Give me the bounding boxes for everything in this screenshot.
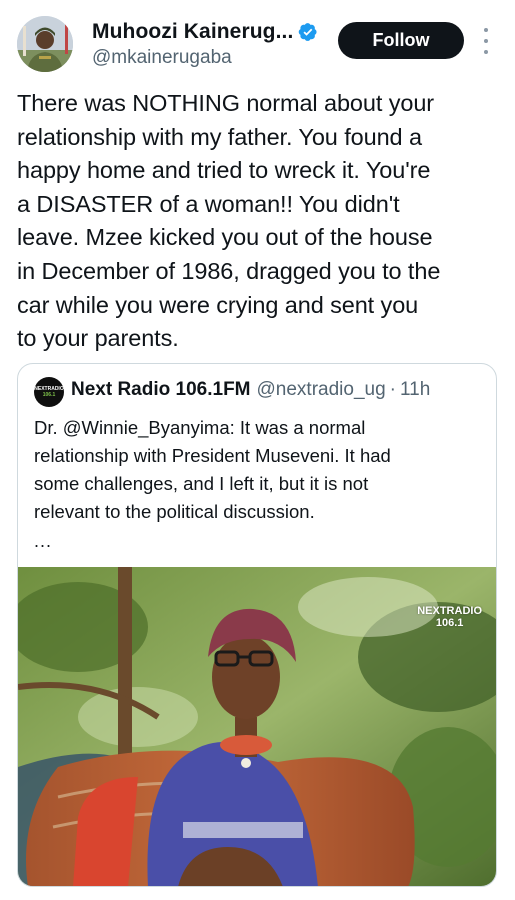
tweet-line: in December of 1986, dragged you to the [17,257,441,284]
tweet-line: a DISASTER of a woman!! You didn't [17,190,400,217]
verified-badge-icon [298,22,318,42]
quoted-line: some challenges, and I left it, but it i… [34,473,369,494]
quoted-line: relationship with President Museveni. It… [34,445,391,466]
author-avatar[interactable] [17,16,73,72]
more-dot [484,39,488,43]
tweet-line: There was NOTHING normal about your [17,90,435,116]
quoted-header: Next Radio 106.1FM @nextradio_ug · 11h [71,379,430,401]
tweet-line: leave. Mzee kicked you out of the house [17,224,433,251]
quoted-avatar-freq: 106.1 [42,392,56,398]
media-watermark: NEXTRADIO 106.1 [417,605,482,629]
tweet-header: Muhoozi Kainerug... @mkainerugaba Follow [0,0,515,90]
quoted-body: Dr. @Winnie_Byanyima: It was a normal re… [34,414,484,526]
author-display-name[interactable]: Muhoozi Kainerug... [92,20,293,44]
quoted-media-image[interactable]: NEXTRADIO 106.1 [18,567,496,886]
quoted-separator: · [389,379,396,400]
tweet-line: relationship with my father. You found a [17,123,422,150]
quoted-avatar[interactable]: NEXTRADIO 106.1 [34,377,64,407]
author-name-row: Muhoozi Kainerug... [92,20,318,44]
more-dot [484,50,488,54]
tweet-line: happy home and tried to wreck it. You're [17,157,431,184]
quoted-tweet-card[interactable]: NEXTRADIO 106.1 Next Radio 106.1FM @next… [17,363,497,887]
watermark-top: NEXTRADIO [417,605,482,617]
profile-photo [17,16,73,72]
follow-button[interactable]: Follow [338,22,464,59]
tweet-line: to your parents. [17,325,179,352]
tweet-body: There was NOTHING normal about your rela… [17,87,502,356]
author-handle[interactable]: @mkainerugaba [92,47,232,69]
watermark-bottom: 106.1 [435,617,464,629]
quoted-timestamp[interactable]: 11h [400,379,430,401]
quoted-line: relevant to the political discussion. [34,501,315,522]
quoted-line: Dr. @Winnie_Byanyima: It was a normal [34,417,366,438]
tweet-line: car while you were crying and sent you [17,291,419,318]
quoted-display-name[interactable]: Next Radio 106.1FM [71,379,251,401]
more-dot [484,28,488,32]
quoted-handle[interactable]: @nextradio_ug [257,379,386,401]
more-vertical-icon[interactable] [478,28,494,54]
quoted-ellipsis: ... [34,531,53,551]
